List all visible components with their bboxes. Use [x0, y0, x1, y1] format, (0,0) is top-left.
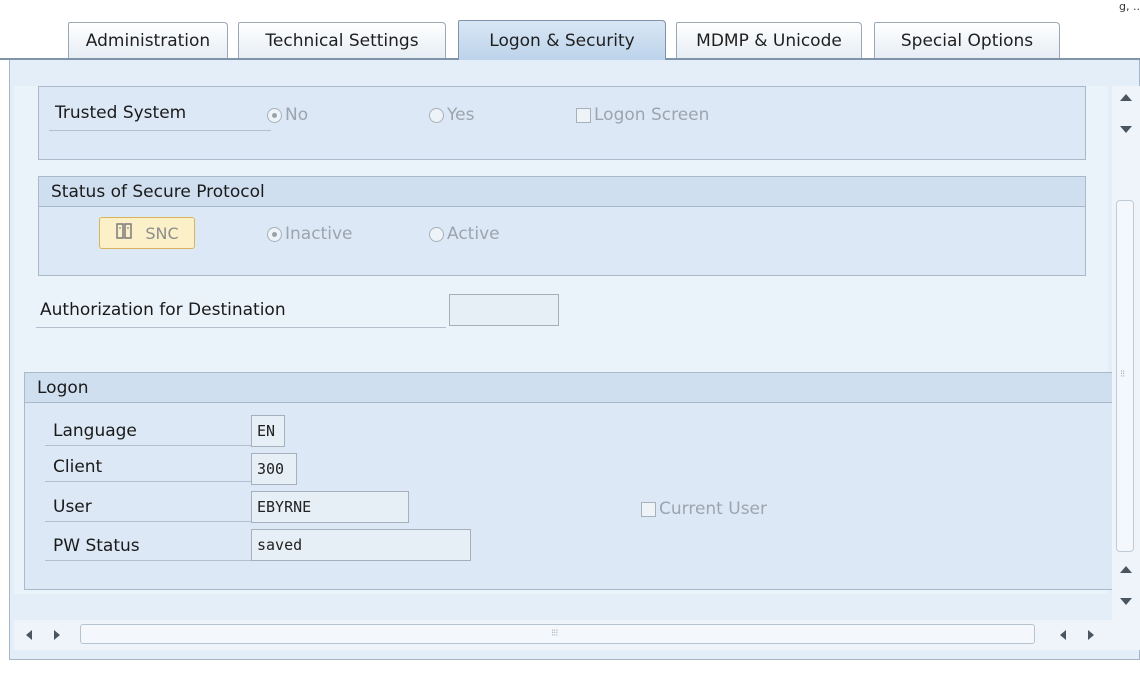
- vertical-scroll-thumb[interactable]: ⁝⁝: [1116, 200, 1134, 552]
- radio-icon: [429, 226, 444, 242]
- user-label: User: [53, 497, 92, 517]
- radio-label: Yes: [447, 105, 475, 125]
- logon-group: Logon Language EN Client 300 User EBYRNE…: [24, 372, 1114, 590]
- grip-icon: ⁝⁝⁝: [551, 628, 558, 639]
- current-user-checkbox[interactable]: Current User: [641, 499, 767, 519]
- grip-icon: ⁝⁝: [1120, 369, 1125, 380]
- label-underline: [45, 560, 267, 561]
- logon-screen-checkbox[interactable]: Logon Screen: [576, 105, 709, 125]
- label-underline: [45, 481, 267, 482]
- tab-label: Technical Settings: [265, 30, 419, 51]
- vertical-scrollbar[interactable]: ⁝⁝: [1112, 86, 1140, 620]
- scroll-right-icon[interactable]: [54, 630, 60, 640]
- tab-label: MDMP & Unicode: [696, 30, 842, 51]
- tab-strip: Administration Technical Settings Logon …: [0, 0, 1140, 62]
- user-field[interactable]: EBYRNE: [251, 491, 409, 523]
- radio-label: No: [285, 105, 309, 125]
- scroll-down-icon[interactable]: [1120, 598, 1132, 605]
- horizontal-scrollbar[interactable]: ⁝⁝⁝: [14, 620, 1140, 650]
- snc-inactive-radio[interactable]: Inactive: [267, 224, 352, 244]
- radio-selected-icon: [267, 226, 282, 242]
- language-label: Language: [53, 421, 137, 441]
- radio-icon: [429, 107, 444, 123]
- scroll-left-icon[interactable]: [1060, 630, 1066, 640]
- checkbox-label: Logon Screen: [594, 105, 710, 125]
- tab-logon-security[interactable]: Logon & Security: [458, 20, 666, 60]
- tab-label: Administration: [85, 30, 211, 51]
- secure-protocol-group: Status of Secure Protocol SNC Inactive A…: [38, 176, 1086, 276]
- tab-mdmp-unicode[interactable]: MDMP & Unicode: [676, 22, 862, 58]
- label-underline: [36, 327, 446, 328]
- group-header: Logon: [25, 373, 1113, 403]
- checkbox-label: Current User: [659, 499, 768, 519]
- trusted-system-group: Trusted System No Yes Logon Screen: [38, 86, 1086, 160]
- language-field[interactable]: EN: [251, 415, 285, 447]
- radio-label: Inactive: [285, 224, 353, 244]
- scroll-right-icon[interactable]: [1088, 630, 1094, 640]
- radio-selected-icon: [267, 107, 282, 123]
- pw-status-label: PW Status: [53, 536, 140, 556]
- authorization-input[interactable]: [449, 294, 559, 326]
- horizontal-scroll-thumb[interactable]: ⁝⁝⁝: [80, 624, 1035, 644]
- authorization-label: Authorization for Destination: [40, 300, 286, 320]
- client-label: Client: [53, 457, 103, 477]
- radio-label: Active: [447, 224, 500, 244]
- snc-label: SNC: [145, 223, 179, 243]
- trusted-system-label: Trusted System: [55, 103, 187, 123]
- tab-label: Logon & Security: [489, 30, 635, 51]
- group-title: Status of Secure Protocol: [51, 181, 265, 202]
- snc-button[interactable]: SNC: [99, 217, 195, 249]
- tab-special-options[interactable]: Special Options: [874, 22, 1060, 58]
- client-field[interactable]: 300: [251, 453, 297, 485]
- snc-active-radio[interactable]: Active: [429, 224, 500, 244]
- checkbox-icon: [641, 501, 656, 517]
- scroll-up-icon[interactable]: [1120, 94, 1132, 101]
- scroll-down-icon[interactable]: [1120, 126, 1132, 133]
- snc-icon: [115, 222, 135, 244]
- scroll-left-icon[interactable]: [26, 630, 32, 640]
- tab-technical-settings[interactable]: Technical Settings: [238, 22, 446, 58]
- trusted-no-radio[interactable]: No: [267, 105, 308, 125]
- checkbox-icon: [576, 107, 591, 123]
- label-underline: [45, 521, 267, 522]
- group-title: Logon: [37, 377, 89, 398]
- trusted-yes-radio[interactable]: Yes: [429, 105, 474, 125]
- group-header: Status of Secure Protocol: [39, 177, 1085, 207]
- tab-administration[interactable]: Administration: [68, 22, 228, 58]
- label-underline: [45, 445, 267, 446]
- pw-status-field[interactable]: saved: [251, 529, 471, 561]
- label-underline: [49, 130, 271, 131]
- scroll-up-icon[interactable]: [1120, 566, 1132, 573]
- tab-label: Special Options: [900, 30, 1034, 51]
